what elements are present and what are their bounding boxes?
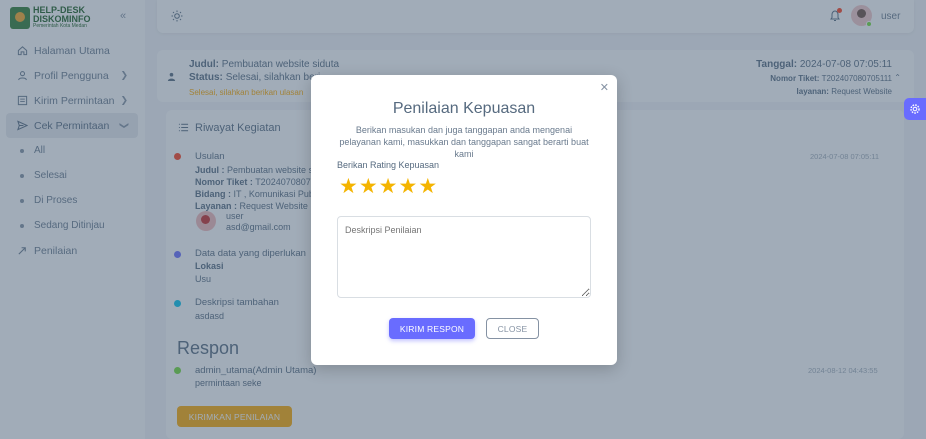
gear-icon bbox=[910, 104, 920, 114]
modal-description: Berikan masukan dan juga tanggapan anda … bbox=[339, 125, 589, 159]
deskripsi-penilaian-textarea[interactable] bbox=[337, 216, 591, 298]
modal-title: Penilaian Kepuasan bbox=[392, 100, 536, 117]
rating-label: Berikan Rating Kepuasan bbox=[337, 160, 440, 170]
star-rating[interactable]: ★ ★ ★ ★ ★ bbox=[339, 175, 438, 197]
star-icon[interactable]: ★ bbox=[379, 175, 398, 197]
settings-button[interactable] bbox=[904, 98, 926, 120]
kirim-respon-button[interactable]: KIRIM RESPON bbox=[389, 318, 475, 339]
close-icon[interactable]: ✕ bbox=[600, 81, 609, 94]
star-icon[interactable]: ★ bbox=[339, 175, 358, 197]
close-button[interactable]: CLOSE bbox=[486, 318, 539, 339]
rating-modal: ✕ Penilaian Kepuasan Berikan masukan dan… bbox=[311, 75, 617, 365]
star-icon[interactable]: ★ bbox=[418, 175, 437, 197]
star-icon[interactable]: ★ bbox=[359, 175, 378, 197]
star-icon[interactable]: ★ bbox=[398, 175, 417, 197]
